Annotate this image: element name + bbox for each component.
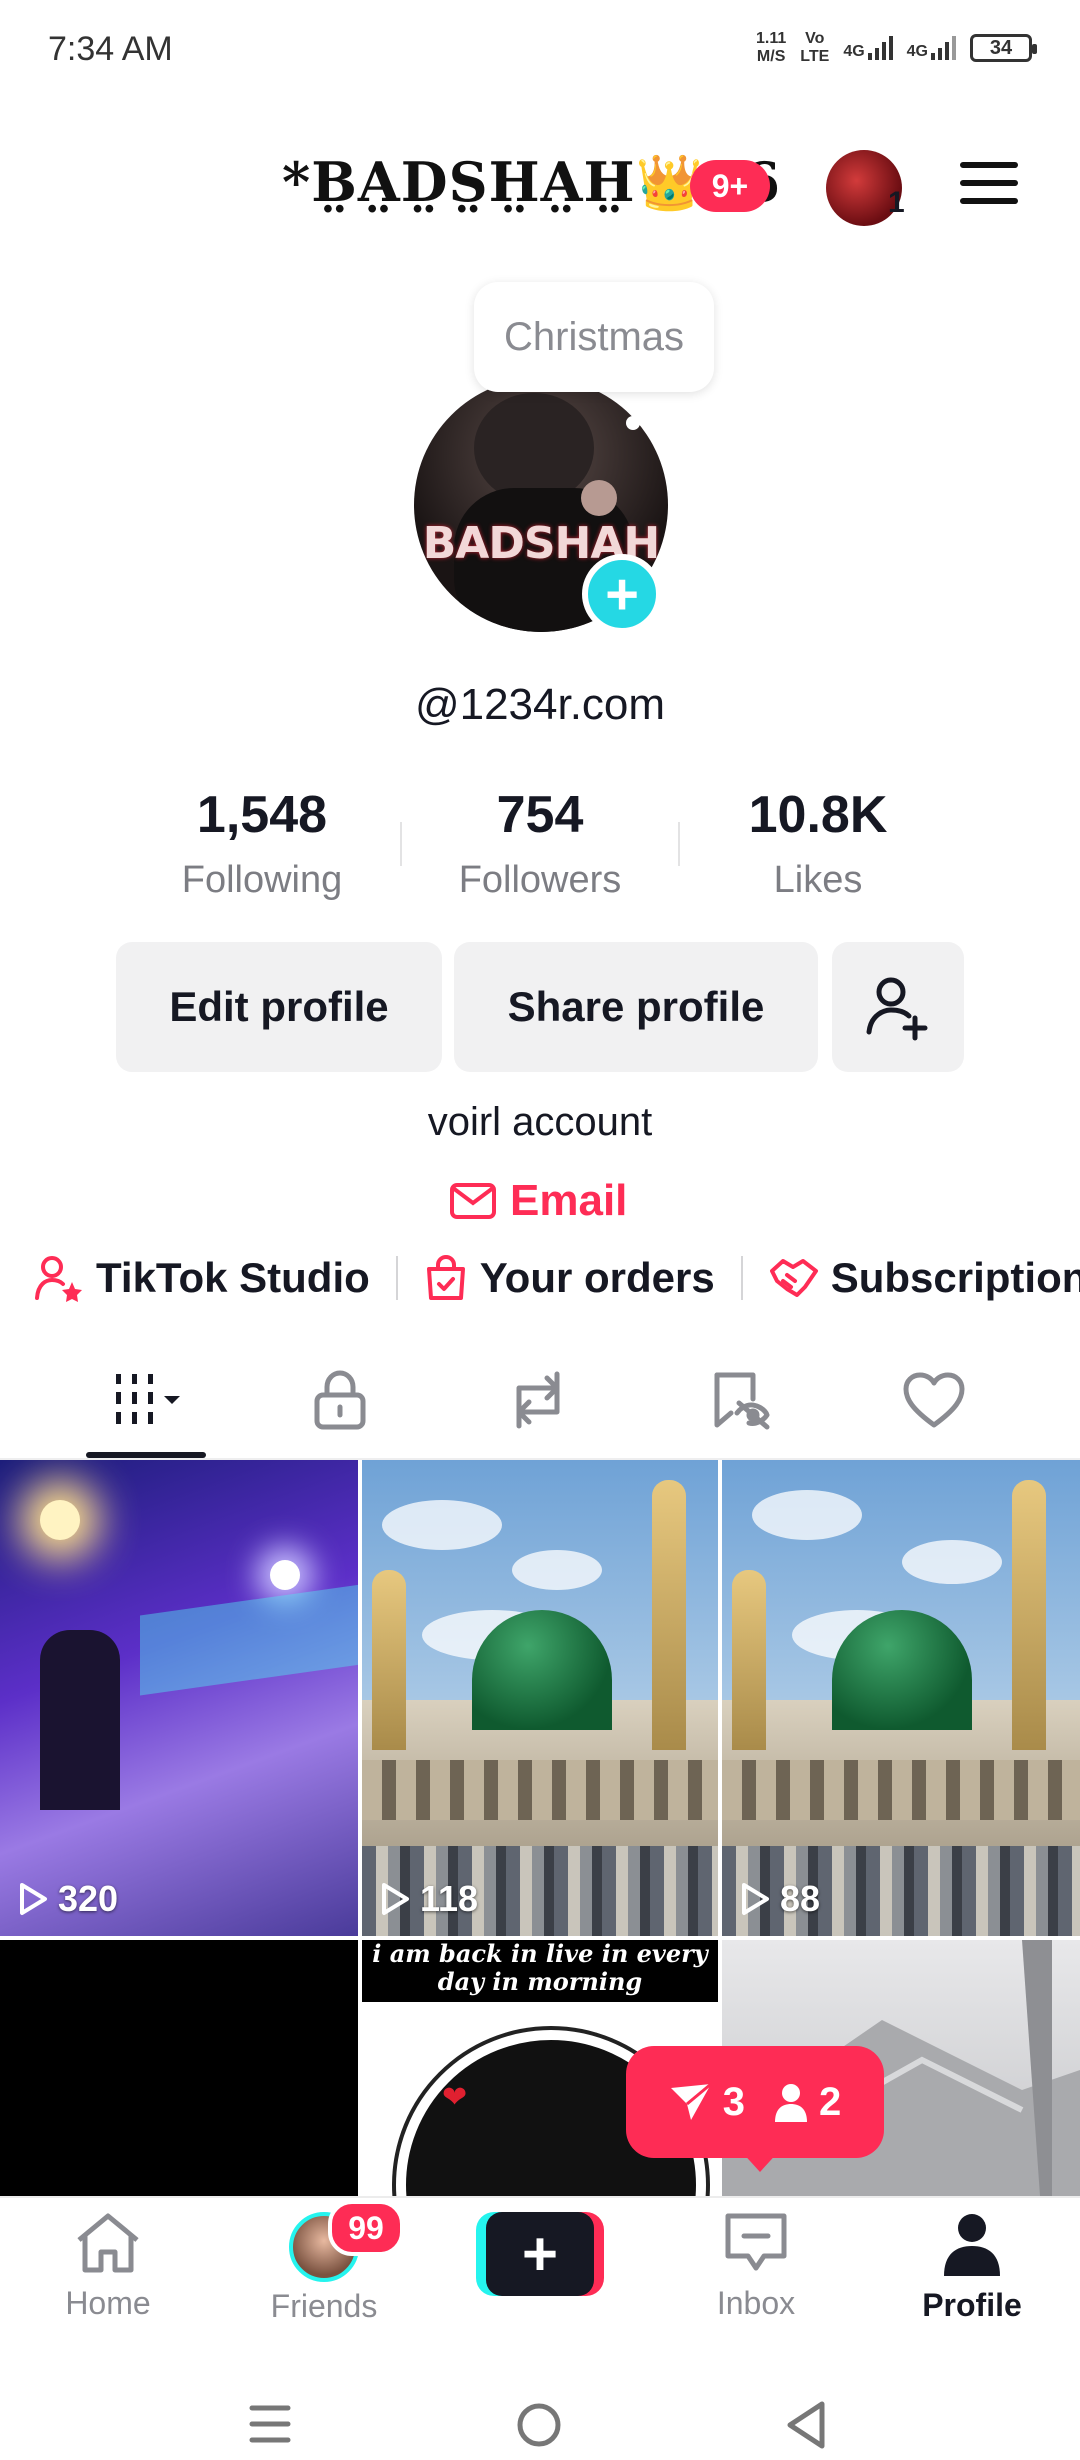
link-divider [740, 1256, 743, 1300]
tab-private[interactable] [290, 1360, 390, 1440]
tab-videos[interactable] [96, 1360, 196, 1440]
add-person-icon [866, 977, 928, 1041]
video-thumbnail[interactable] [0, 1940, 358, 2196]
note-bubble-dot [626, 416, 640, 430]
profile-handle: @1234r.com [414, 680, 666, 729]
shopping-bag-icon [426, 1255, 465, 1300]
menu-icon[interactable] [960, 162, 1018, 216]
volte-indicator: Vo LTE [800, 30, 830, 65]
video-caption-text: i am back in live in every day in mornin… [362, 1940, 718, 2002]
send-icon [670, 2082, 712, 2120]
recent-apps-icon[interactable] [248, 2402, 292, 2446]
signal-icon: 4G [843, 35, 893, 61]
view-count: 320 [18, 1878, 118, 1920]
subscription-link[interactable]: Subscription [769, 1254, 1080, 1302]
home-icon [77, 2213, 139, 2273]
battery-icon: 34 [970, 34, 1037, 62]
following-stat[interactable]: 1,548 Following [132, 785, 392, 902]
repost-icon [516, 1371, 560, 1429]
status-time: 7:34 AM [48, 30, 173, 68]
plus-icon: + [486, 2212, 594, 2296]
system-navigation-bar [0, 2340, 1080, 2460]
person-star-icon [35, 1256, 82, 1302]
tab-reposts[interactable] [488, 1360, 588, 1440]
hidden-bookmark-icon [714, 1372, 770, 1430]
account-count: 1 [888, 186, 905, 219]
video-thumbnail[interactable]: 118 [362, 1460, 718, 1936]
email-link[interactable]: Email [450, 1176, 627, 1226]
followers-stat[interactable]: 754 Followers [410, 785, 670, 902]
status-icons: 1.11 M/S Vo LTE 4G 4G 34 [756, 30, 1037, 66]
notification-badge[interactable]: 9+ [690, 160, 770, 212]
view-count: 118 [380, 1878, 478, 1920]
profile-icon [944, 2214, 1000, 2276]
bottom-navigation: Home Friends + Inbox Profile [0, 2196, 1080, 2338]
signal-icon-2: 4G [907, 35, 956, 61]
nav-profile[interactable]: Profile [892, 2212, 1052, 2324]
person-icon [775, 2084, 807, 2122]
stat-divider [678, 822, 680, 866]
inbox-icon [725, 2213, 787, 2271]
add-friend-button[interactable] [832, 942, 964, 1072]
handshake-icon [769, 1259, 818, 1297]
home-circle-icon[interactable] [516, 2402, 562, 2448]
your-orders-link[interactable]: Your orders [424, 1254, 715, 1302]
profile-links-row: TikTok Studio Your orders Subscription [34, 1254, 1080, 1302]
tab-liked[interactable] [884, 1360, 984, 1440]
pill-pointer [740, 2150, 780, 2172]
play-icon [742, 1883, 769, 1915]
edit-profile-button[interactable]: Edit profile [116, 942, 442, 1072]
back-icon[interactable] [784, 2400, 828, 2450]
create-button[interactable]: + [476, 2212, 604, 2296]
network-speed: 1.11 M/S [756, 30, 787, 65]
nav-home[interactable]: Home [28, 2212, 188, 2322]
likes-stat[interactable]: 10.8K Likes [688, 785, 948, 902]
tab-favorites[interactable] [690, 1360, 790, 1440]
tiktok-studio-link[interactable]: TikTok Studio [34, 1254, 370, 1302]
inbox-notification-pill[interactable]: 3 2 [626, 2046, 884, 2158]
add-story-button[interactable]: + [582, 554, 662, 634]
lock-icon [314, 1370, 366, 1430]
heart-icon [903, 1372, 965, 1428]
video-thumbnail[interactable]: 88 [722, 1460, 1080, 1936]
videos-grid-icon [116, 1374, 180, 1424]
view-count: 88 [740, 1878, 820, 1920]
video-thumbnail[interactable]: 320 [0, 1460, 358, 1936]
play-icon [382, 1883, 409, 1915]
share-profile-button[interactable]: Share profile [454, 942, 818, 1072]
profile-bio: voirl account [427, 1100, 653, 1144]
link-divider [395, 1256, 398, 1300]
play-icon [20, 1883, 47, 1915]
nav-inbox[interactable]: Inbox [676, 2212, 836, 2322]
note-bubble[interactable]: Christmas [474, 282, 714, 392]
mail-icon [450, 1183, 496, 1219]
friends-badge: 99 [328, 2200, 404, 2256]
stat-divider [400, 822, 402, 866]
